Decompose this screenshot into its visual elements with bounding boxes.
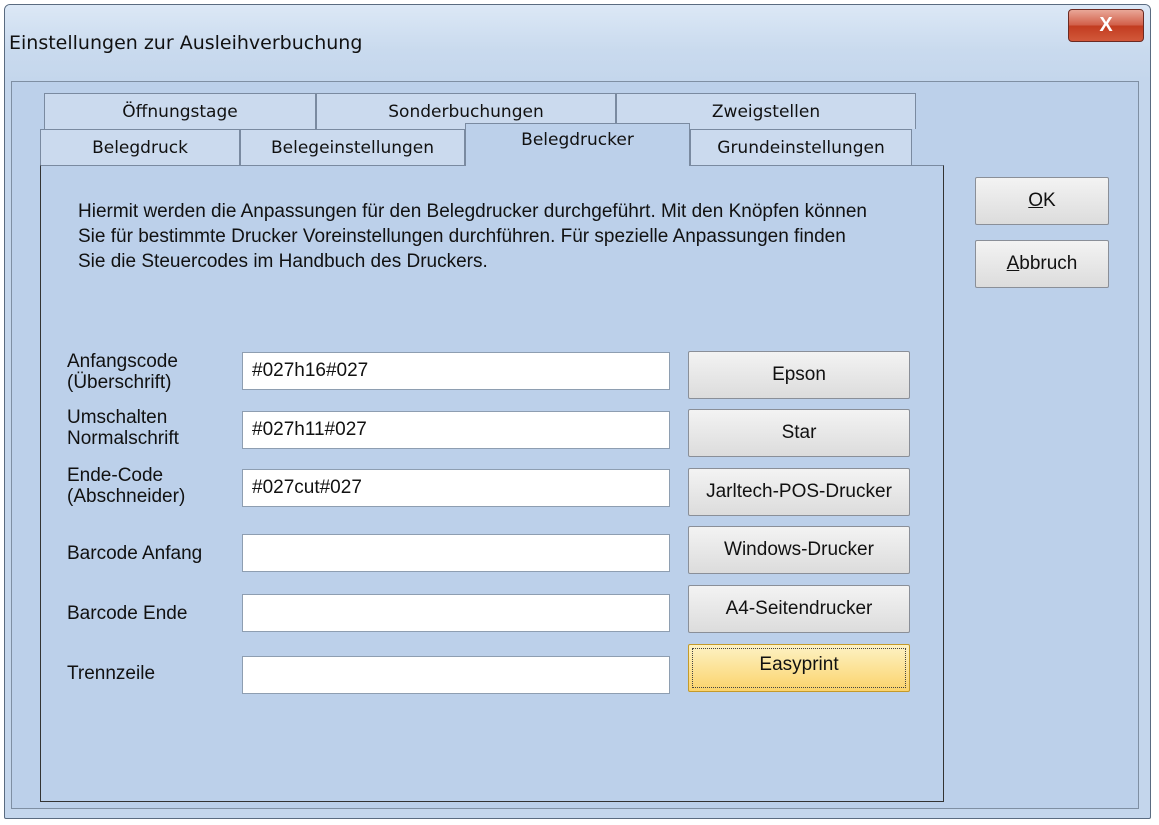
cancel-mnemonic: A	[1006, 253, 1020, 274]
ok-mnemonic: O	[1028, 190, 1044, 211]
windows-drucker-button[interactable]: Windows-Drucker	[688, 526, 910, 574]
star-button[interactable]: Star	[688, 409, 910, 457]
easyprint-button[interactable]: Easyprint	[688, 644, 910, 692]
description-text: Hiermit werden die Anpassungen für den B…	[78, 201, 867, 272]
barcode-anfang-input[interactable]	[242, 534, 670, 572]
tab-label: Belegdruck	[92, 137, 188, 158]
settings-dialog: Einstellungen zur Ausleihverbuchung X Öf…	[4, 4, 1151, 819]
anfangscode-input[interactable]: #027h16#027	[242, 352, 670, 390]
tab-belegeinstellungen[interactable]: Belegeinstellungen	[240, 129, 465, 165]
tab-grundeinstellungen[interactable]: Grundeinstellungen	[690, 129, 912, 165]
epson-button[interactable]: Epson	[688, 351, 910, 399]
jarltech-pos-button[interactable]: Jarltech-POS-Drucker	[688, 468, 910, 516]
trennzeile-input[interactable]	[242, 656, 670, 694]
label-umschalten: Umschalten Normalschrift	[67, 407, 179, 449]
label-trennzeile: Trennzeile	[67, 663, 156, 684]
tab-label: Zweigstellen	[711, 101, 821, 122]
label-ende-code: Ende-Code (Abschneider)	[67, 465, 186, 507]
tab-belegdrucker[interactable]: Belegdrucker	[465, 123, 690, 166]
close-button[interactable]: X	[1068, 9, 1144, 42]
tab-oeffnungstage[interactable]: Öffnungstage	[44, 93, 316, 129]
ende-code-input[interactable]: #027cut#027	[242, 469, 670, 507]
cancel-label: bbruch	[1019, 253, 1078, 274]
ok-label: K	[1043, 190, 1056, 211]
label-barcode-ende: Barcode Ende	[67, 603, 188, 624]
window-title: Einstellungen zur Ausleihverbuchung	[9, 32, 363, 54]
a4-seitendrucker-button[interactable]: A4-Seitendrucker	[688, 585, 910, 633]
title-bar: Einstellungen zur Ausleihverbuchung X	[5, 5, 1150, 81]
ok-button[interactable]: OK	[975, 177, 1109, 225]
label-anfangscode: Anfangscode (Überschrift)	[67, 351, 178, 393]
tab-label: Belegdrucker	[521, 130, 634, 150]
dialog-body: Öffnungstage Sonderbuchungen Zweigstelle…	[11, 81, 1139, 809]
tab-label: Öffnungstage	[122, 101, 238, 122]
close-icon: X	[1099, 14, 1113, 36]
barcode-ende-input[interactable]	[242, 594, 670, 632]
label-barcode-anfang: Barcode Anfang	[67, 543, 203, 564]
cancel-button[interactable]: Abbruch	[975, 240, 1109, 288]
normalschrift-input[interactable]: #027h11#027	[242, 411, 670, 449]
tab-label: Grundeinstellungen	[717, 137, 885, 158]
tab-belegdruck[interactable]: Belegdruck	[40, 129, 240, 165]
tab-panel-belegdrucker: Hiermit werden die Anpassungen für den B…	[40, 165, 944, 802]
tab-label: Belegeinstellungen	[270, 137, 435, 158]
tab-label: Sonderbuchungen	[388, 101, 544, 122]
